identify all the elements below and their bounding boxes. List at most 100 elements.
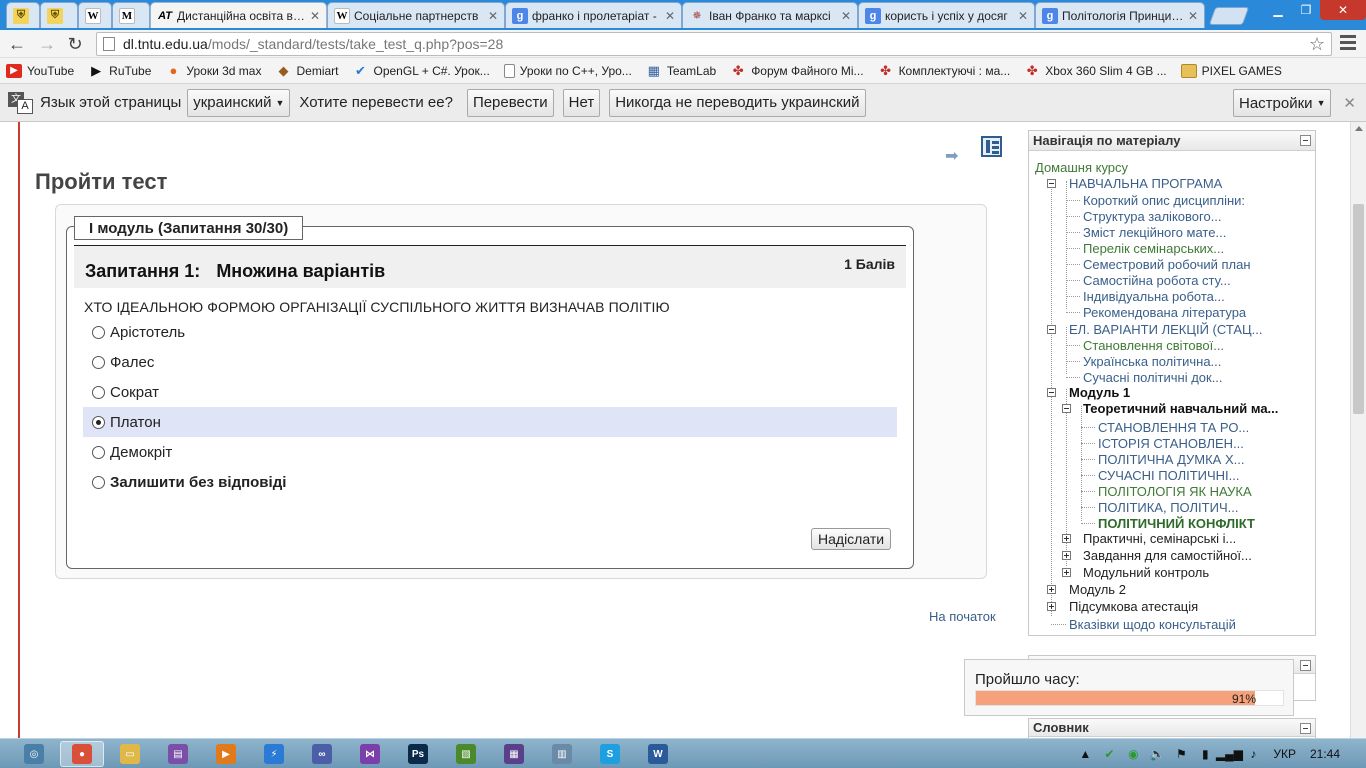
- answer-option[interactable]: Платон: [83, 407, 897, 437]
- taskbar-app[interactable]: ▶: [204, 741, 248, 767]
- translate-button[interactable]: Перевести: [466, 88, 554, 117]
- nav-tree-item[interactable]: ІСТОРІЯ СТАНОВЛЕН...: [1098, 435, 1244, 451]
- close-tab-icon[interactable]: ✕: [488, 9, 498, 23]
- nav-tree-item[interactable]: ПОЛІТОЛОГІЯ ЯК НАУКА: [1098, 483, 1252, 499]
- back-to-top-link[interactable]: На початок: [929, 609, 996, 624]
- collapse-block-icon[interactable]: [1300, 660, 1311, 671]
- browser-tab[interactable]: W: [78, 2, 112, 28]
- taskbar-app[interactable]: ▧: [444, 741, 488, 767]
- answer-radio[interactable]: [92, 445, 105, 459]
- close-translate-bar-icon[interactable]: ✕: [1343, 94, 1356, 112]
- taskbar-app[interactable]: ⚡: [252, 741, 296, 767]
- flag-icon[interactable]: ⚑: [1173, 746, 1189, 762]
- bookmark-item[interactable]: ◆ Demiart: [275, 63, 338, 78]
- browser-tab[interactable]: ⛨: [40, 2, 78, 28]
- browser-tab[interactable]: g Політологія Принципи ✕: [1035, 2, 1205, 28]
- reload-icon[interactable]: ↻: [64, 33, 86, 55]
- volume-icon[interactable]: 🔈: [1149, 746, 1165, 762]
- bookmark-item[interactable]: ✤ Xbox 360 Slim 4 GB ...: [1024, 63, 1167, 78]
- nav-tree-item[interactable]: Рекомендована література: [1083, 304, 1246, 320]
- expand-icon[interactable]: [1047, 585, 1056, 594]
- taskbar-app[interactable]: Ps: [396, 741, 440, 767]
- sound-icon[interactable]: ♪: [1245, 746, 1261, 762]
- nav-tree-item[interactable]: Модуль 1: [1069, 384, 1130, 400]
- arrow-right-icon[interactable]: ➡: [945, 146, 958, 166]
- translate-settings-button[interactable]: Настройки ▼: [1233, 89, 1332, 117]
- taskbar-app[interactable]: ∞: [300, 741, 344, 767]
- new-tab-button[interactable]: [1208, 7, 1250, 25]
- scrollbar-thumb[interactable]: [1353, 204, 1364, 414]
- never-translate-button[interactable]: Никогда не переводить украинский: [609, 88, 866, 117]
- taskbar-app[interactable]: W: [636, 741, 680, 767]
- show-hidden-icons-icon[interactable]: ▲: [1077, 746, 1093, 762]
- taskbar-app[interactable]: ⋈: [348, 741, 392, 767]
- no-translate-button[interactable]: Нет: [562, 88, 601, 117]
- clock[interactable]: 21:44: [1310, 747, 1340, 761]
- security-check-icon[interactable]: ✔: [1101, 746, 1117, 762]
- taskbar-app[interactable]: ◎: [12, 741, 56, 767]
- nav-tree-item[interactable]: Теоретичний навчальний ма...: [1083, 400, 1278, 416]
- nav-tree-item[interactable]: Семестровий робочий план: [1083, 256, 1251, 272]
- close-tab-icon[interactable]: ✕: [841, 9, 851, 23]
- nav-tree-item[interactable]: СУЧАСНІ ПОЛІТИЧНІ...: [1098, 467, 1240, 483]
- browser-tab[interactable]: AT Дистанційна освіта в ТН ✕: [150, 2, 327, 28]
- close-tab-icon[interactable]: ✕: [1018, 9, 1028, 23]
- back-arrow-icon[interactable]: ←: [6, 33, 28, 55]
- page-scrollbar[interactable]: [1350, 122, 1366, 738]
- answer-option[interactable]: Арістотель: [83, 317, 897, 347]
- expand-icon[interactable]: [1062, 534, 1071, 543]
- taskbar-app[interactable]: ●: [60, 741, 104, 767]
- collapse-block-icon[interactable]: [1300, 135, 1311, 146]
- browser-tab[interactable]: ⛨: [6, 2, 40, 28]
- nav-tree-item[interactable]: Перелік семінарських...: [1083, 240, 1224, 256]
- nav-tree-item[interactable]: Короткий опис дисципліни:: [1083, 192, 1245, 208]
- submit-button[interactable]: Надіслати: [811, 528, 892, 550]
- maximize-icon[interactable]: ❐: [1292, 0, 1320, 20]
- bookmark-item[interactable]: ▶ RuTube: [88, 63, 151, 78]
- nav-tree-item[interactable]: Зміст лекційного мате...: [1083, 224, 1226, 240]
- answer-radio[interactable]: [92, 415, 105, 429]
- expand-icon[interactable]: [1047, 602, 1056, 611]
- address-bar[interactable]: dl.tntu.edu.ua/mods/_standard/tests/take…: [96, 32, 1332, 56]
- bookmark-item[interactable]: ▶ YouTube: [6, 63, 74, 78]
- network-status-icon[interactable]: ◉: [1125, 746, 1141, 762]
- taskbar-app[interactable]: S: [588, 741, 632, 767]
- scroll-up-icon[interactable]: [1355, 126, 1363, 131]
- close-window-icon[interactable]: ✕: [1320, 0, 1366, 20]
- nav-tree-item[interactable]: ПОЛІТИЧНА ДУМКА Х...: [1098, 451, 1244, 467]
- nav-tree-item[interactable]: НАВЧАЛЬНА ПРОГРАМА: [1069, 175, 1222, 191]
- nav-tree-item[interactable]: Самостійна робота сту...: [1083, 272, 1231, 288]
- bookmark-item[interactable]: ● Уроки 3d max: [165, 63, 261, 78]
- collapse-icon[interactable]: [1047, 325, 1056, 334]
- nav-tree-item[interactable]: ЕЛ. ВАРІАНТИ ЛЕКЦІЙ (СТАЦ...: [1069, 321, 1262, 337]
- nav-tree-item[interactable]: Модульний контроль: [1083, 564, 1209, 580]
- answer-option[interactable]: Демокріт: [83, 437, 897, 467]
- bookmark-item[interactable]: ✤ Комплектуючі : ма...: [878, 63, 1010, 78]
- browser-tab[interactable]: g франко і пролетаріат - ✕: [505, 2, 682, 28]
- nav-tree-item[interactable]: Завдання для самостійної...: [1083, 547, 1252, 563]
- answer-option[interactable]: Залишити без відповіді: [83, 467, 897, 497]
- answer-radio[interactable]: [92, 475, 105, 489]
- answer-radio[interactable]: [92, 385, 105, 399]
- collapse-icon[interactable]: [1047, 179, 1056, 188]
- answer-option[interactable]: Сократ: [83, 377, 897, 407]
- bookmark-item[interactable]: ✤ Форум Файного Мі...: [730, 63, 864, 78]
- input-language-indicator[interactable]: УКР: [1273, 747, 1296, 761]
- bookmark-star-icon[interactable]: ☆: [1309, 34, 1325, 55]
- close-tab-icon[interactable]: ✕: [665, 9, 675, 23]
- nav-tree-item[interactable]: Українська політична...: [1083, 353, 1221, 369]
- collapse-icon[interactable]: [1047, 388, 1056, 397]
- nav-tree-item[interactable]: Підсумкова атестація: [1069, 598, 1198, 614]
- bookmark-item[interactable]: Уроки по C++, Уро...: [503, 63, 632, 78]
- taskbar-app[interactable]: ▦: [492, 741, 536, 767]
- expand-icon[interactable]: [1062, 551, 1071, 560]
- nav-home-link[interactable]: Домашня курсу: [1035, 159, 1128, 175]
- side-menu-toggle-icon[interactable]: [981, 136, 1002, 157]
- taskbar-app[interactable]: ▭: [108, 741, 152, 767]
- minimize-icon[interactable]: ▁: [1264, 0, 1292, 20]
- collapse-icon[interactable]: [1062, 404, 1071, 413]
- taskbar-app[interactable]: ▤: [156, 741, 200, 767]
- nav-tree-item[interactable]: Практичні, семінарські і...: [1083, 530, 1236, 546]
- browser-tab[interactable]: W Соціальне партнерств ✕: [327, 2, 505, 28]
- nav-tree-item[interactable]: Структура залікового...: [1083, 208, 1222, 224]
